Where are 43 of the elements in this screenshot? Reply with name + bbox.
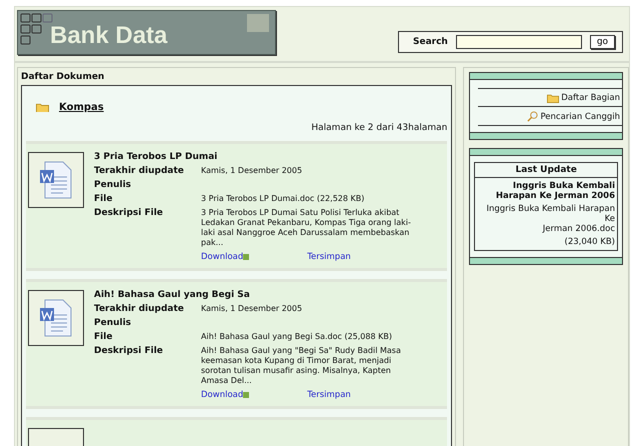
- field-label: Deskripsi File: [94, 208, 164, 220]
- saved-link[interactable]: Tersimpan: [307, 390, 351, 400]
- saved-link[interactable]: Tersimpan: [307, 252, 351, 262]
- menu-item[interactable]: Daftar Bagian: [478, 88, 622, 106]
- download-link[interactable]: Download: [201, 252, 250, 262]
- document-title: Aih! Bahasa Gaul yang Begi Sa: [94, 290, 251, 300]
- logo-text: Bank Data: [50, 22, 168, 50]
- field-value: Aih! Bahasa Gaul yang Begi Sa.doc (25,088 KB): [201, 332, 393, 342]
- folder-icon: [547, 94, 560, 102]
- field-label: Terakhir diupdate: [94, 166, 185, 176]
- document-title: 3 Pria Terobos LP Dumai: [94, 152, 218, 162]
- field-value: Kamis, 1 Desember 2005: [201, 304, 304, 314]
- search-field[interactable]: [456, 35, 582, 49]
- field-value: 3 Pria Terobos LP Dumai.doc (22,528 KB): [201, 194, 366, 204]
- field-label: Terakhir diupdate: [94, 304, 185, 314]
- field-label: Deskripsi File: [94, 346, 164, 358]
- update-title: Inggris Buka Kembali Harapan Ke Jerman 2006: [494, 180, 616, 203]
- update-filename: Inggris Buka Kembali Harapan Ke Jerman 2006.doc: [485, 204, 616, 236]
- last-update-heading: Last Update: [475, 163, 617, 178]
- external-link-icon: [243, 392, 250, 398]
- word-document-icon: [39, 299, 73, 337]
- pagination-text: Halaman ke 2 dari 43halaman: [310, 123, 448, 133]
- field-label: File: [94, 332, 114, 342]
- field-label: File: [94, 194, 114, 204]
- update-size: (23,040 KB): [564, 237, 616, 249]
- field-value: 3 Pria Terobos LP Dumai Satu Polisi Terluka akibat Ledakan Granat Pekanbaru, Kompas Tiga orang laki-laki asal Nanggroe Aceh Darussalam membebaskan pak...: [201, 208, 412, 248]
- field-label: Penulis: [94, 180, 132, 190]
- folder-link[interactable]: Kompas: [59, 102, 104, 113]
- square-icon: [247, 14, 269, 32]
- magnifier-icon: [527, 111, 538, 122]
- field-value: Kamis, 1 Desember 2005: [201, 166, 304, 176]
- panel-title: Daftar Dokumen: [21, 72, 106, 82]
- field-label: Penulis: [94, 318, 132, 328]
- go-button[interactable]: go: [590, 35, 616, 49]
- download-link[interactable]: Download: [201, 390, 250, 400]
- search-label: Search: [413, 37, 448, 47]
- folder-icon: [36, 102, 49, 112]
- menu-label: Daftar Bagian: [561, 93, 620, 103]
- field-value: Aih! Bahasa Gaul yang "Begi Sa" Rudy Badil Masa keemasan kota Kupang di Timor Barat, menjadi sorotan tulisan musafir asing. Misalnya, Kapten Amasa Del...: [201, 346, 402, 386]
- menu-item[interactable]: Pencarian Canggih: [478, 106, 622, 126]
- external-link-icon: [243, 254, 250, 260]
- word-document-icon: [39, 161, 73, 199]
- menu-label: Pencarian Canggih: [540, 112, 620, 122]
